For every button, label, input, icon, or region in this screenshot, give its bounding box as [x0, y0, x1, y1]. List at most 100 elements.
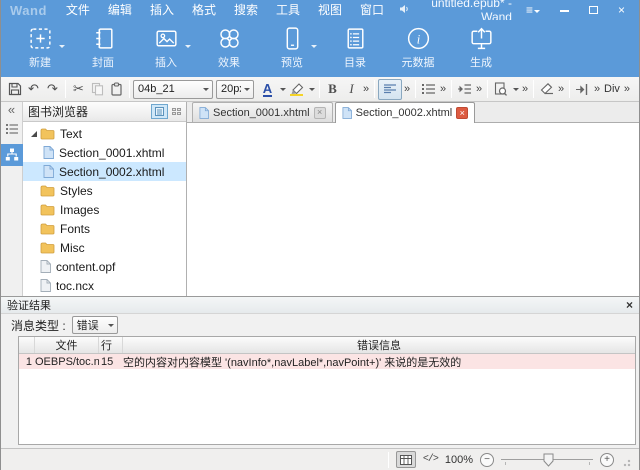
menu-search[interactable]: 搜索	[225, 0, 267, 20]
overflow-chevron[interactable]: »	[361, 83, 371, 95]
highlight-color-button[interactable]	[287, 79, 306, 99]
resize-grip[interactable]	[623, 453, 631, 467]
tab-section-0001[interactable]: Section_0001.xhtml ×	[192, 102, 333, 122]
chevron-down-icon[interactable]	[513, 88, 519, 94]
book-browser-panel: 图书浏览器 Text Section_0	[23, 102, 187, 296]
chevron-down-icon[interactable]	[309, 88, 315, 94]
find-in-document-button[interactable]	[491, 79, 510, 99]
erase-format-button[interactable]	[537, 79, 556, 99]
cover-button[interactable]: 封面	[78, 25, 128, 70]
close-button[interactable]: ×	[618, 0, 625, 20]
metadata-button[interactable]: i 元数据	[393, 25, 443, 70]
folder-icon	[40, 223, 55, 235]
close-validation-button[interactable]: ×	[626, 299, 633, 311]
menu-insert[interactable]: 插入	[141, 0, 183, 20]
clips-list-tab[interactable]	[6, 123, 18, 137]
div-tool-button[interactable]: Div	[602, 83, 622, 95]
overflow-chevron[interactable]: »	[402, 83, 412, 95]
tree-item-section-0002[interactable]: Section_0002.xhtml	[23, 162, 186, 181]
tree-item-text-folder[interactable]: Text	[23, 124, 186, 143]
redo-button[interactable]: ↷	[43, 79, 62, 99]
zoom-out-button[interactable]: −	[480, 453, 494, 467]
font-size-select[interactable]: 20px	[216, 80, 254, 99]
tree-item-content-opf[interactable]: content.opf	[23, 257, 186, 276]
tree-item-toc-ncx[interactable]: toc.ncx	[23, 276, 186, 295]
align-left-button[interactable]	[378, 79, 402, 100]
italic-button[interactable]: I	[342, 79, 361, 99]
effects-button[interactable]: 效果	[204, 25, 254, 70]
overflow-chevron[interactable]: »	[622, 83, 632, 95]
tree-item-misc-folder[interactable]: Misc	[23, 238, 186, 257]
column-header-file[interactable]: 文件	[35, 337, 99, 353]
zoom-slider[interactable]	[501, 452, 593, 468]
application-window: Wand 文件 编辑 插入 格式 搜索 工具 视图 窗口 untitled.ep…	[0, 0, 640, 470]
window-controls: ≡ ×	[526, 0, 639, 20]
menu-window[interactable]: 窗口	[351, 0, 393, 20]
menu-tools[interactable]: 工具	[267, 0, 309, 20]
new-button[interactable]: 新建	[15, 25, 65, 70]
column-header-line[interactable]: 行	[99, 337, 123, 353]
insert-button[interactable]: 插入	[141, 25, 191, 70]
menu-format[interactable]: 格式	[183, 0, 225, 20]
tab-section-0002[interactable]: Section_0002.xhtml ×	[335, 102, 476, 123]
maximize-button[interactable]	[589, 0, 598, 20]
panel-view-button[interactable]	[151, 104, 168, 119]
ncx-file-icon	[40, 279, 51, 292]
paste-icon	[110, 82, 123, 96]
menu-view[interactable]: 视图	[309, 0, 351, 20]
overflow-chevron[interactable]: »	[520, 83, 530, 95]
toc-button[interactable]: 目录	[330, 25, 380, 70]
close-icon: ×	[618, 3, 625, 17]
cut-button[interactable]: ✂	[69, 79, 88, 99]
bullet-list-button[interactable]	[419, 79, 438, 99]
overflow-chevron[interactable]: »	[592, 83, 602, 95]
overflow-chevron[interactable]: »	[474, 83, 484, 95]
preview-button[interactable]: 预览	[267, 25, 317, 70]
font-color-button[interactable]: A	[258, 79, 277, 99]
column-header-number[interactable]	[19, 337, 35, 353]
menu-edit[interactable]: 编辑	[99, 0, 141, 20]
column-header-message[interactable]: 错误信息	[123, 337, 635, 353]
generate-export-icon	[468, 25, 495, 52]
zoom-level: 100%	[445, 454, 473, 466]
menu-file[interactable]: 文件	[57, 0, 99, 20]
tree-item-styles-folder[interactable]: Styles	[23, 181, 186, 200]
font-family-select[interactable]: 04b_21	[133, 80, 213, 99]
zoom-in-button[interactable]: +	[600, 453, 614, 467]
paste-button[interactable]	[107, 79, 126, 99]
tab-close-button[interactable]: ×	[456, 107, 468, 119]
tree-item-images-folder[interactable]: Images	[23, 200, 186, 219]
slider-thumb[interactable]	[543, 453, 554, 470]
message-type-select[interactable]: 错误	[72, 316, 118, 334]
insert-split-button[interactable]	[573, 79, 592, 99]
xhtml-file-icon	[342, 107, 352, 119]
panel-grid-button[interactable]	[172, 108, 181, 115]
chevron-down-icon[interactable]	[280, 88, 286, 94]
effects-clover-icon	[216, 25, 243, 52]
metadata-info-icon: i	[405, 25, 432, 52]
book-browser-tab[interactable]	[1, 144, 23, 166]
expanded-arrow-icon[interactable]	[31, 131, 37, 137]
undo-button[interactable]: ↶	[24, 79, 43, 99]
save-button[interactable]	[5, 79, 24, 99]
code-view-toggle-button[interactable]: </>	[423, 454, 438, 465]
copy-button[interactable]	[88, 79, 107, 99]
book-view-toggle-button[interactable]	[396, 451, 416, 468]
maximize-icon	[589, 6, 598, 14]
overflow-chevron[interactable]: »	[556, 83, 566, 95]
document-editor[interactable]	[187, 123, 639, 296]
validation-error-row[interactable]: 1 OEBPS/toc.ncx 15 空的内容对内容模型 '(navInfo*,…	[19, 354, 635, 369]
indent-button[interactable]	[455, 79, 474, 99]
collapse-panel-button[interactable]: «	[8, 103, 15, 117]
tree-item-section-0001[interactable]: Section_0001.xhtml	[23, 143, 186, 162]
tree-item-fonts-folder[interactable]: Fonts	[23, 219, 186, 238]
generate-button[interactable]: 生成	[456, 25, 506, 70]
overflow-chevron[interactable]: »	[438, 83, 448, 95]
bold-button[interactable]: B	[323, 79, 342, 99]
xhtml-file-icon	[199, 107, 209, 119]
cover-book-icon	[90, 25, 117, 52]
eraser-icon	[540, 83, 554, 95]
minimize-button[interactable]	[560, 0, 569, 20]
tab-close-button[interactable]: ×	[314, 107, 326, 119]
window-menu-button[interactable]: ≡	[526, 0, 540, 20]
